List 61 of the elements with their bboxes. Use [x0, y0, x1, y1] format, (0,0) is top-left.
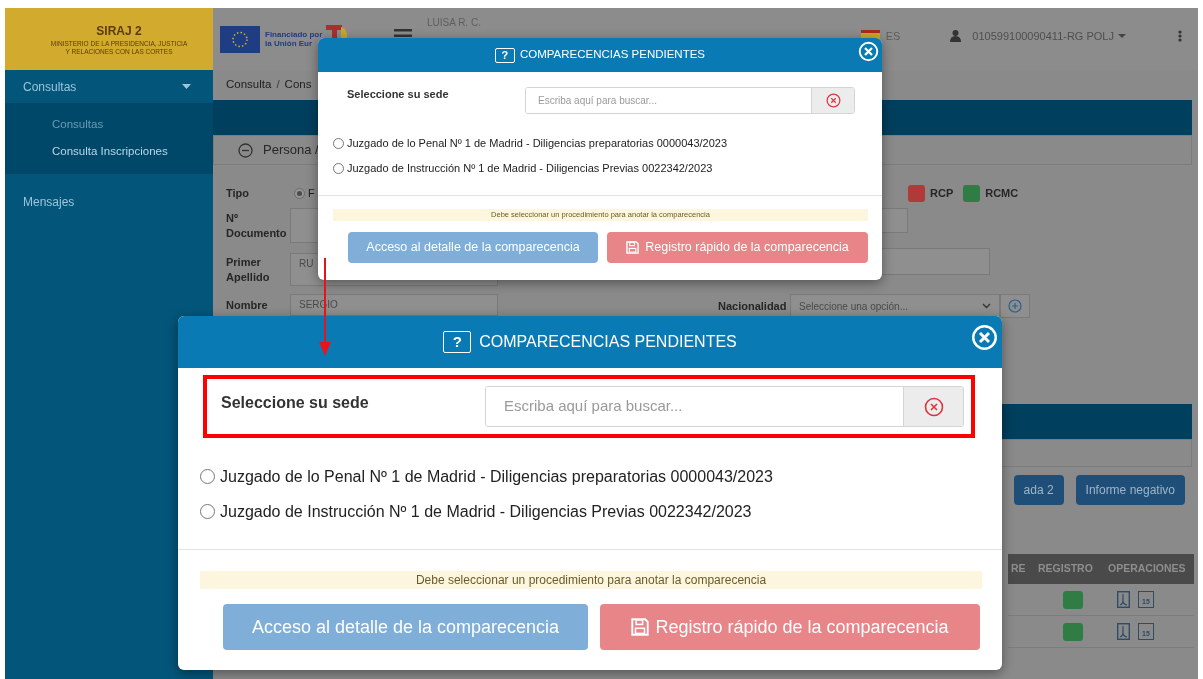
collapse-icon[interactable]	[238, 142, 253, 158]
radio-button[interactable]	[333, 163, 344, 174]
sidebar-item[interactable]: Mensajes	[5, 185, 213, 219]
search-field[interactable]: Escriba aquí para buscar...	[485, 386, 964, 427]
clear-icon[interactable]	[923, 396, 944, 417]
close-icon[interactable]	[971, 324, 998, 351]
column-header: RE	[1010, 561, 1027, 577]
option-label: Juzgado de Instrucción Nº 1 de Madrid - Diligencias Previas 0022342/2023	[220, 501, 752, 522]
user-icon	[950, 30, 962, 42]
plus-icon	[1008, 299, 1022, 313]
close-icon[interactable]	[858, 41, 879, 62]
pdf-icon[interactable]	[1117, 623, 1130, 640]
flag-icon	[220, 25, 260, 53]
field-label: Tipo	[226, 186, 250, 201]
account-menu[interactable]: 010599100090411-RG POLJ	[972, 27, 1114, 45]
sidebar-item[interactable]: Consultas	[5, 70, 213, 103]
radio-button[interactable]	[294, 188, 305, 199]
field-label: Seleccione su sede	[221, 393, 370, 413]
radio-button[interactable]	[333, 138, 344, 149]
search-field[interactable]: Escriba aquí para buscar...	[525, 86, 855, 114]
submenu-item[interactable]: Consulta Inscripciones	[5, 138, 213, 166]
breadcrumb-link[interactable]: Cons	[284, 76, 312, 94]
add-button[interactable]	[1000, 294, 1030, 318]
option-label: Juzgado de Instrucción Nº 1 de Madrid - Diligencias Previas 0022342/2023	[347, 161, 713, 177]
field-label: Primer Apellido	[226, 254, 271, 285]
save-icon	[631, 618, 650, 636]
question-icon: ?	[494, 47, 515, 63]
submenu-item[interactable]: Consultas	[5, 111, 213, 139]
funding-text: la Unión Eur	[265, 39, 314, 48]
warning-message: Debe seleccionar un procedimiento para anotar la comparecencia	[200, 571, 982, 589]
column-header: OPERACIONES	[1108, 561, 1187, 577]
select-field[interactable]: Seleccione una opción...	[790, 294, 1000, 318]
legend-label: RCMC	[985, 186, 1019, 202]
dialog-title: COMPARECENCIAS PENDIENTES	[479, 332, 737, 352]
clear-icon[interactable]	[825, 92, 841, 108]
radio-label: F	[308, 186, 315, 202]
chevron-icon	[982, 303, 991, 309]
caret-icon	[1118, 34, 1126, 38]
breadcrumb-separator: /	[276, 77, 280, 93]
save-icon	[626, 241, 640, 254]
field-label: Nº Documento	[226, 210, 288, 241]
pdf-icon[interactable]	[1117, 591, 1130, 608]
question-icon: ?	[443, 331, 472, 353]
action-button[interactable]: Informe negativo	[1075, 475, 1185, 505]
field-label: Seleccione su sede	[347, 87, 450, 102]
radio-button[interactable]	[200, 504, 215, 519]
field-label: Nombre	[226, 297, 269, 313]
legend-label: RCP	[930, 186, 954, 202]
radio-button[interactable]	[200, 469, 215, 484]
option-label: Juzgado de lo Penal Nº 1 de Madrid - Diligencias preparatorias 0000043/2023	[347, 136, 728, 152]
breadcrumb-link[interactable]: Consulta	[226, 76, 272, 94]
field-label: Nacionalidad	[718, 298, 788, 314]
option-label: Juzgado de lo Penal Nº 1 de Madrid - Diligencias preparatorias 0000043/2023	[220, 466, 773, 487]
app-title: SIRAJ 2	[96, 23, 142, 40]
funding-text: Financiado por	[265, 30, 323, 39]
action-button[interactable]: ada 2	[1013, 475, 1064, 505]
caret-icon	[182, 84, 191, 89]
more-icon[interactable]	[1178, 30, 1182, 42]
column-header: REGISTRO	[1038, 561, 1094, 577]
section-title: Persona /	[263, 141, 319, 160]
dialog-title: COMPARECENCIAS PENDIENTES	[519, 47, 706, 63]
